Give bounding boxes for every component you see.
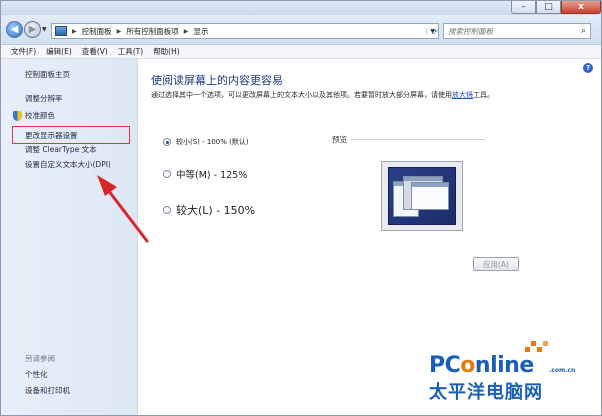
- menu-edit[interactable]: 编辑(E): [46, 46, 72, 57]
- description-suffix: 工具。: [473, 91, 494, 99]
- control-panel-icon: [55, 26, 67, 36]
- sidebar-item-calibrate[interactable]: 校准颜色: [13, 110, 55, 121]
- radio-option-large[interactable]: 较大(L) - 150%: [163, 202, 255, 218]
- apply-button[interactable]: 应用(A): [473, 257, 519, 271]
- sidebar-item-resolution[interactable]: 调整分辨率: [25, 93, 63, 104]
- sidebar-item-dpi[interactable]: 设置自定义文本大小(DPI): [25, 159, 111, 170]
- address-toolbar: ◀ ▶ ▼ ▶ 控制面板 ▶ 所有控制面板项 ▶ 显示 ▼ ⟳ ⌕: [1, 15, 601, 45]
- menu-tools[interactable]: 工具(T): [118, 46, 143, 57]
- sidebar-item-home[interactable]: 控制面板主页: [25, 69, 70, 80]
- breadcrumb-control-panel[interactable]: 控制面板: [80, 26, 114, 37]
- breadcrumb-all-items[interactable]: 所有控制面板项: [124, 26, 181, 37]
- brand-logo: PConline: [429, 353, 534, 378]
- chevron-right-icon[interactable]: ▶: [181, 28, 192, 35]
- brand-domain: .com.cn: [549, 367, 576, 374]
- magnifier-link[interactable]: 放大镜: [452, 91, 473, 99]
- page-title: 使阅读屏幕上的内容更容易: [151, 74, 283, 87]
- search-input[interactable]: [448, 26, 568, 36]
- radio-option-small[interactable]: 较小(S) - 100% (默认): [163, 137, 249, 147]
- search-icon[interactable]: ⌕: [581, 26, 586, 36]
- preview-image: [381, 161, 463, 231]
- window-caption-bar: – □ x: [1, 1, 601, 15]
- search-box[interactable]: ⌕: [443, 23, 591, 39]
- menu-help[interactable]: 帮助(H): [153, 46, 180, 57]
- radio-label: 中等(M) - 125%: [176, 170, 248, 181]
- arrow-left-icon: ◀: [10, 24, 19, 35]
- shield-icon: [13, 110, 22, 121]
- radio-option-medium[interactable]: 中等(M) - 125%: [163, 167, 247, 181]
- radio-label: 较大(L) - 150%: [176, 204, 256, 217]
- forward-button[interactable]: ▶: [24, 21, 41, 38]
- brand-chinese-name: 太平洋电脑网: [429, 382, 543, 403]
- chevron-right-icon: ▶: [72, 27, 77, 35]
- preview-divider: [351, 139, 485, 140]
- preview-desktop: [388, 167, 456, 225]
- menu-bar: 文件(F) 编辑(E) 查看(V) 工具(T) 帮助(H): [1, 45, 601, 59]
- help-icon[interactable]: ?: [583, 63, 593, 73]
- chevron-right-icon[interactable]: ▶: [114, 28, 125, 35]
- task-pane: 控制面板主页 调整分辨率 校准颜色 更改显示器设置 调整 ClearType 文…: [1, 59, 138, 415]
- see-also-heading: 另请参阅: [25, 354, 55, 363]
- radio-button[interactable]: [163, 206, 171, 214]
- page-description: 通过选择其中一个选项，可以更改屏幕上的文本大小以及其他项。若要暂时放大部分屏幕，…: [151, 90, 494, 100]
- refresh-icon[interactable]: ⟳: [430, 24, 439, 38]
- preview-window-bar: [404, 177, 442, 181]
- control-panel-window: – □ x ◀ ▶ ▼ ▶ 控制面板 ▶ 所有控制面板项 ▶ 显示 ▼ ⟳ ⌕ …: [0, 0, 602, 416]
- sidebar-item-label: 校准颜色: [25, 111, 55, 120]
- radio-button-selected[interactable]: [163, 138, 171, 146]
- site-watermark: PConline .com.cn 太平洋电脑网: [429, 341, 599, 413]
- preview-label: 预览: [332, 135, 347, 144]
- recent-pages-dropdown[interactable]: ▼: [42, 26, 47, 33]
- address-bar[interactable]: ▶ 控制面板 ▶ 所有控制面板项 ▶ 显示 ▼: [51, 23, 439, 39]
- back-button[interactable]: ◀: [6, 21, 23, 38]
- minimize-button[interactable]: –: [511, 1, 536, 14]
- maximize-button[interactable]: □: [536, 1, 561, 14]
- sidebar-item-display-settings[interactable]: 更改显示器设置: [12, 126, 130, 144]
- arrow-right-icon: ▶: [28, 24, 37, 35]
- radio-label: 较小(S) - 100% (默认): [176, 138, 249, 146]
- description-text: 通过选择其中一个选项，可以更改屏幕上的文本大小以及其他项。若要暂时放大部分屏幕，…: [151, 91, 452, 99]
- sidebar-item-devices[interactable]: 设备和打印机: [25, 385, 70, 396]
- sidebar-item-personalization[interactable]: 个性化: [25, 369, 48, 380]
- close-button[interactable]: x: [561, 1, 601, 14]
- preview-window: [411, 182, 449, 210]
- menu-file[interactable]: 文件(F): [11, 46, 36, 57]
- preview-window-bar: [412, 183, 448, 187]
- menu-view[interactable]: 查看(V): [82, 46, 108, 57]
- radio-button[interactable]: [163, 170, 171, 178]
- sidebar-item-cleartype[interactable]: 调整 ClearType 文本: [25, 144, 97, 155]
- breadcrumb-display[interactable]: 显示: [191, 26, 210, 37]
